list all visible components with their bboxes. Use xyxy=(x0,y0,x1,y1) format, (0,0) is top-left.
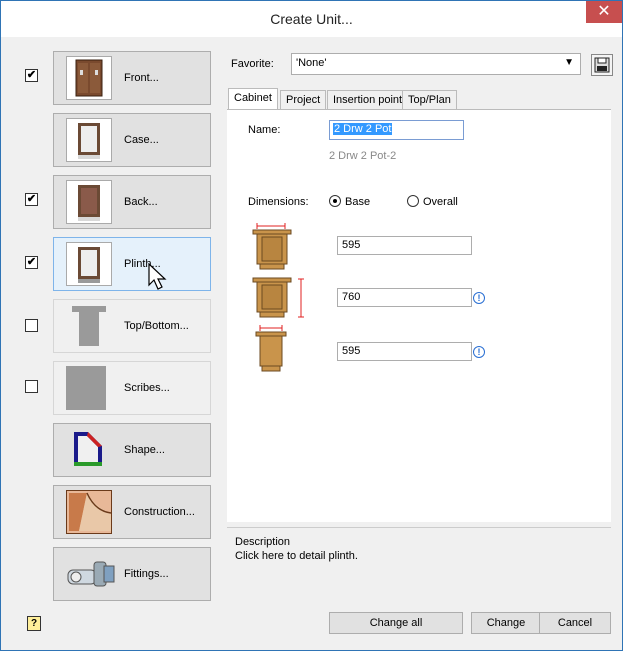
scribes-button[interactable]: Scribes... xyxy=(53,361,211,415)
back-checkbox[interactable]: ✔ xyxy=(25,193,38,206)
tab-project[interactable]: Project xyxy=(280,90,327,109)
cabinet-case-icon xyxy=(66,118,112,162)
name-label: Name: xyxy=(248,124,281,136)
cabinet-front-icon xyxy=(66,56,112,100)
tab-insertion-point[interactable]: Insertion point xyxy=(327,90,409,109)
title-bar: Create Unit... ✕ xyxy=(1,1,622,37)
height-input[interactable]: 760 xyxy=(337,288,472,307)
construction-button[interactable]: Construction... xyxy=(53,485,211,539)
dialog-body: ✔ Front... Case... ✔ Back... ✔ Plinth...… xyxy=(9,37,614,644)
cabinet-plinth-icon xyxy=(66,242,112,286)
width-input[interactable]: 595 xyxy=(337,236,472,255)
mouse-cursor-icon xyxy=(148,262,168,294)
overall-radio[interactable] xyxy=(407,195,419,207)
front-checkbox[interactable]: ✔ xyxy=(25,69,38,82)
section-navigation: ✔ Front... Case... ✔ Back... ✔ Plinth...… xyxy=(9,37,222,644)
front-label: Front... xyxy=(124,72,159,84)
shape-button[interactable]: Shape... xyxy=(53,423,211,477)
close-button[interactable]: ✕ xyxy=(586,1,622,23)
scribes-checkbox[interactable] xyxy=(25,380,38,393)
depth-input[interactable]: 595 xyxy=(337,342,472,361)
top-bottom-button[interactable]: Top/Bottom... xyxy=(53,299,211,353)
name-field[interactable]: 2 Drw 2 Pot xyxy=(329,120,464,140)
depth-diagram-icon xyxy=(251,325,295,378)
cancel-button[interactable]: Cancel xyxy=(539,612,611,634)
floppy-disk-icon xyxy=(594,57,610,73)
chevron-down-icon: ▼ xyxy=(564,57,574,68)
plinth-checkbox[interactable]: ✔ xyxy=(25,256,38,269)
base-radio[interactable] xyxy=(329,195,341,207)
help-icon: ? xyxy=(30,618,38,629)
save-favorite-button[interactable] xyxy=(591,54,613,76)
fittings-label: Fittings... xyxy=(124,568,169,580)
change-button[interactable]: Change xyxy=(471,612,541,634)
close-icon: ✕ xyxy=(597,3,611,20)
description-panel[interactable]: Description Click here to detail plinth. xyxy=(227,527,611,587)
tab-top-plan[interactable]: Top/Plan xyxy=(402,90,457,109)
height-info-icon[interactable]: ! xyxy=(473,292,485,304)
favorite-value: 'None' xyxy=(296,57,327,69)
fittings-button[interactable]: Fittings... xyxy=(53,547,211,601)
front-button[interactable]: Front... xyxy=(53,51,211,105)
name-value: 2 Drw 2 Pot xyxy=(333,123,393,135)
construction-label: Construction... xyxy=(124,506,195,518)
back-label: Back... xyxy=(124,196,158,208)
case-button[interactable]: Case... xyxy=(53,113,211,167)
description-text: Click here to detail plinth. xyxy=(235,550,358,562)
create-unit-dialog: Create Unit... ✕ ✔ Front... Case... ✔ Ba… xyxy=(0,0,623,651)
cabinet-back-icon xyxy=(66,180,112,224)
top-bottom-label: Top/Bottom... xyxy=(124,320,189,332)
shape-label: Shape... xyxy=(124,444,165,456)
back-button[interactable]: Back... xyxy=(53,175,211,229)
scribes-label: Scribes... xyxy=(124,382,170,394)
tab-cabinet[interactable]: Cabinet xyxy=(228,88,278,110)
window-title: Create Unit... xyxy=(270,11,353,27)
construction-icon xyxy=(66,490,112,534)
help-button[interactable]: ? xyxy=(27,616,41,631)
shape-icon xyxy=(66,428,112,472)
favorite-label: Favorite: xyxy=(231,58,274,70)
height-diagram-icon xyxy=(251,277,305,324)
favorite-select[interactable]: 'None' ▼ xyxy=(291,53,581,75)
plinth-button[interactable]: Plinth... xyxy=(53,237,211,291)
change-all-button[interactable]: Change all xyxy=(329,612,463,634)
scribes-icon xyxy=(66,366,106,410)
name-suggestion: 2 Drw 2 Pot-2 xyxy=(329,150,397,162)
top-bottom-icon xyxy=(66,304,112,348)
fittings-icon xyxy=(66,552,115,596)
depth-info-icon[interactable]: ! xyxy=(473,346,485,358)
dimensions-label: Dimensions: xyxy=(248,196,309,208)
base-radio-label: Base xyxy=(345,196,371,208)
description-title: Description xyxy=(235,536,291,548)
case-label: Case... xyxy=(124,134,159,146)
width-diagram-icon xyxy=(251,223,295,276)
top-bottom-checkbox[interactable] xyxy=(25,319,38,332)
overall-radio-label: Overall xyxy=(423,196,458,208)
